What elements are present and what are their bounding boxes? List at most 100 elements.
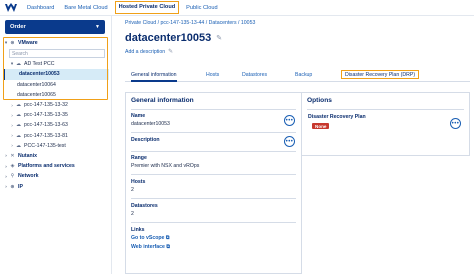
tree-item-label: pcc-147-135-13-81 — [24, 132, 68, 139]
divider — [131, 222, 296, 223]
general-information-card: General information Name datacenter10053… — [125, 92, 302, 274]
tree-item-network[interactable]: › ⚲ Network — [3, 171, 109, 181]
main-content: Private Cloud / pcc-147-135-13-44 / Data… — [118, 16, 474, 274]
datastores-value: 2 — [131, 211, 134, 217]
tab-bar: General information Hosts Datastores Bac… — [125, 70, 470, 82]
top-nav: Dashboard Bare Metal Cloud Hosted Privat… — [22, 0, 223, 16]
tree-item-label: VMware — [18, 40, 38, 47]
divider — [131, 198, 296, 199]
network-icon: ⚲ — [10, 173, 15, 180]
globe-icon: ⊕ — [10, 183, 15, 190]
web-interface-link-label: Web interface — [131, 244, 165, 250]
card-heading: General information — [131, 97, 194, 104]
nav-public-cloud[interactable]: Public Cloud — [181, 0, 222, 16]
vscope-link-label: Go to vScope — [131, 235, 165, 241]
range-value: Premier with NSX and vROps — [131, 163, 200, 169]
cloud-icon: ☁ — [16, 112, 21, 119]
tree-item-label: AD Test PCC — [24, 61, 55, 68]
tree-item-label: datacenter10064 — [17, 81, 56, 88]
card-heading: Options — [307, 97, 332, 104]
web-interface-link[interactable]: Web interface ⧉ — [131, 244, 170, 251]
service-tree: ▾ ⊛ VMware Search ▾ ☁ AD Test PCC datace… — [3, 38, 109, 192]
external-link-icon: ⧉ — [166, 244, 171, 250]
tree-search-row: Search — [3, 48, 109, 59]
datastores-label: Datastores — [131, 203, 158, 209]
tree-item-label: Network — [18, 173, 39, 180]
tree-item-label: datacenter10065 — [17, 91, 56, 98]
tree-item-label: PCC-147-135-test — [24, 142, 66, 149]
tree-item-ad-test-pcc[interactable]: ▾ ☁ AD Test PCC — [3, 59, 109, 69]
divider — [131, 132, 296, 133]
more-options-icon[interactable]: ••• — [284, 115, 295, 126]
tree-item-pcc[interactable]: › ☁ pcc-147-135-13-63 — [3, 120, 109, 130]
external-link-icon: ⧉ — [165, 235, 170, 241]
breadcrumb[interactable]: Private Cloud / pcc-147-135-13-44 / Data… — [125, 20, 255, 26]
vmware-icon: ⊛ — [10, 40, 15, 47]
ovh-logo-icon[interactable] — [0, 0, 22, 16]
order-button[interactable]: Order ▼ — [5, 20, 105, 34]
divider — [131, 151, 296, 152]
chevron-down-icon: ▼ — [95, 24, 100, 30]
tree-item-ip[interactable]: › ⊕ IP — [3, 181, 109, 191]
tree-item-label: pcc-147-135-13-35 — [24, 112, 68, 119]
tree-item-label: pcc-147-135-13-32 — [24, 102, 68, 109]
tree-item-pcc[interactable]: › ☁ PCC-147-135-test — [3, 141, 109, 151]
tree-item-pcc[interactable]: › ☁ pcc-147-135-13-35 — [3, 110, 109, 120]
tree-item-datacenter10064[interactable]: datacenter10064 — [3, 80, 109, 90]
tree-item-label: IP — [18, 183, 23, 190]
tree-item-pcc[interactable]: › ☁ pcc-147-135-13-32 — [3, 100, 109, 110]
name-label: Name — [131, 113, 146, 119]
cloud-icon: ☁ — [16, 142, 21, 149]
tree-item-datacenter10065[interactable]: datacenter10065 — [3, 90, 109, 100]
hosts-value: 2 — [131, 187, 134, 193]
top-navigation-bar: Dashboard Bare Metal Cloud Hosted Privat… — [0, 0, 474, 16]
divider — [131, 109, 296, 110]
add-description-link[interactable]: Add a description ✎ — [125, 48, 174, 56]
nav-dashboard[interactable]: Dashboard — [22, 0, 59, 16]
range-label: Range — [131, 155, 147, 161]
options-card: Options Disaster Recovery Plan None ••• — [301, 92, 470, 156]
tab-backup[interactable]: Backup — [295, 72, 312, 78]
tree-item-datacenter10053[interactable]: datacenter10053 — [3, 69, 109, 80]
tree-item-vmware[interactable]: ▾ ⊛ VMware — [3, 38, 109, 48]
more-options-icon[interactable]: ••• — [284, 136, 295, 147]
nav-hosted-private-cloud[interactable]: Hosted Private Cloud — [114, 1, 180, 14]
nav-bare-metal-cloud[interactable]: Bare Metal Cloud — [59, 0, 112, 16]
pencil-icon: ✎ — [168, 49, 174, 55]
tree-item-pcc[interactable]: › ☁ pcc-147-135-13-81 — [3, 131, 109, 141]
nutanix-icon: ✕ — [10, 152, 15, 159]
tab-general-information[interactable]: General information — [131, 72, 177, 82]
page-title: datacenter10053 ✎ — [125, 32, 222, 44]
description-label: Description — [131, 137, 160, 143]
stack-icon: ◈ — [10, 163, 15, 170]
cloud-icon: ☁ — [16, 122, 21, 129]
page-title-text: datacenter10053 — [125, 32, 212, 44]
order-button-label: Order — [10, 24, 26, 30]
cloud-icon: ☁ — [16, 61, 21, 68]
tab-datastores[interactable]: Datastores — [242, 72, 267, 78]
add-description-label: Add a description — [125, 48, 166, 55]
tree-item-label: Platforms and services — [18, 163, 75, 170]
more-options-icon[interactable]: ••• — [450, 118, 461, 129]
hosts-label: Hosts — [131, 179, 146, 185]
search-placeholder: Search — [12, 50, 28, 57]
pencil-icon[interactable]: ✎ — [216, 34, 222, 42]
sidebar: Order ▼ ▾ ⊛ VMware Search ▾ ☁ AD Test PC… — [0, 16, 112, 274]
divider — [131, 174, 296, 175]
tree-item-label: pcc-147-135-13-63 — [24, 122, 68, 129]
cloud-icon: ☁ — [16, 102, 21, 109]
tab-disaster-recovery-plan[interactable]: Disaster Recovery Plan (DRP) — [341, 70, 420, 79]
drp-label: Disaster Recovery Plan — [308, 114, 366, 120]
name-value: datacenter10053 — [131, 121, 170, 127]
tree-item-label: datacenter10053 — [19, 71, 60, 78]
tab-hosts[interactable]: Hosts — [206, 72, 219, 78]
links-label: Links — [131, 227, 145, 233]
tree-item-nutanix[interactable]: › ✕ Nutanix — [3, 151, 109, 161]
divider — [307, 109, 464, 110]
search-input[interactable]: Search — [9, 49, 105, 59]
tree-item-label: Nutanix — [18, 152, 38, 159]
tree-item-platforms[interactable]: › ◈ Platforms and services — [3, 161, 109, 171]
status-badge: None — [312, 123, 330, 129]
vscope-link[interactable]: Go to vScope ⧉ — [131, 235, 170, 242]
cloud-icon: ☁ — [16, 132, 21, 139]
